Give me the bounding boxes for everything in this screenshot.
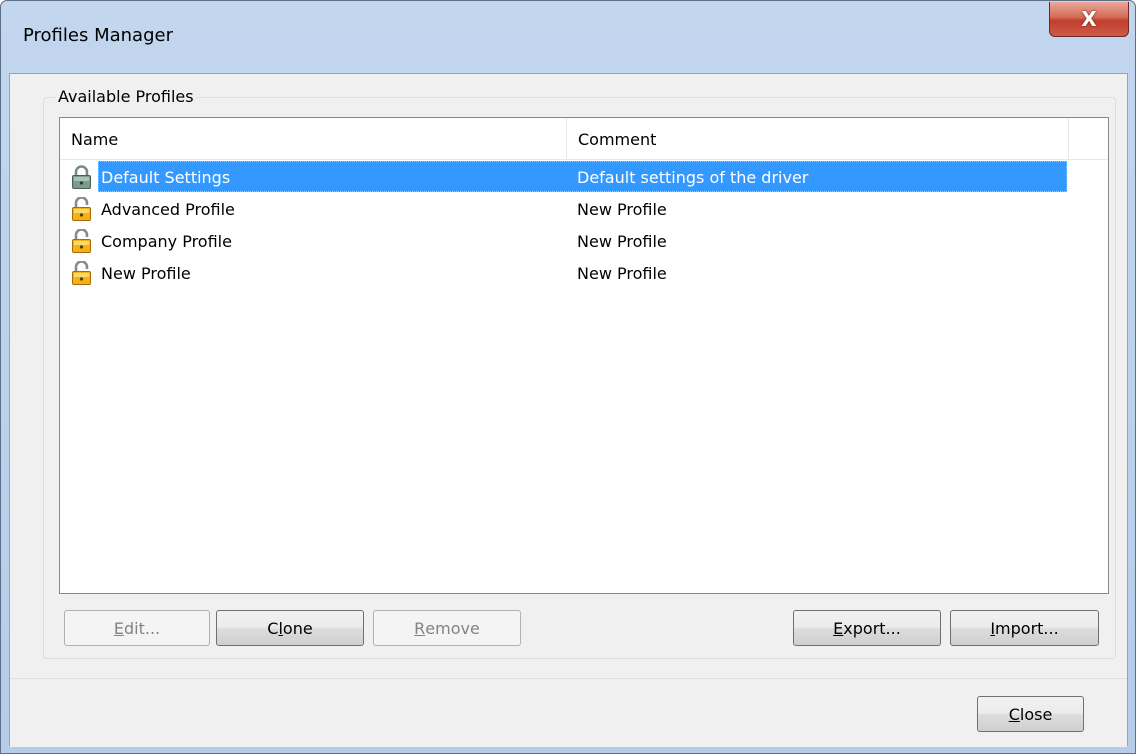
edit-label-accel: E	[113, 618, 124, 638]
clone-label-post: one	[282, 618, 313, 638]
clone-label-pre: C	[267, 618, 279, 638]
unlocked-padlock-icon	[71, 196, 92, 222]
window-title: Profiles Manager	[23, 25, 173, 46]
list-item[interactable]: New Profile New Profile	[60, 257, 1108, 289]
profile-name: Company Profile	[101, 231, 232, 251]
edit-button[interactable]: Edit...	[64, 610, 210, 646]
unlocked-padlock-icon	[71, 228, 92, 254]
profiles-list[interactable]: Name Comment Default Settings Default set…	[59, 117, 1109, 594]
list-item[interactable]: Company Profile New Profile	[60, 225, 1108, 257]
remove-label-post: emove	[425, 618, 480, 638]
title-bar[interactable]: Profiles Manager X	[1, 1, 1135, 75]
remove-button[interactable]: Remove	[373, 610, 521, 646]
list-header: Name Comment	[60, 118, 1108, 160]
remove-label-accel: R	[414, 618, 426, 638]
export-button[interactable]: Export...	[793, 610, 941, 646]
profile-name: Default Settings	[101, 167, 231, 187]
dialog-footer: Close	[10, 678, 1127, 747]
list-item[interactable]: Advanced Profile New Profile	[60, 193, 1108, 225]
column-header-comment[interactable]: Comment	[567, 118, 1069, 160]
dialog-client-area: Available Profiles Name Comment Default …	[9, 73, 1128, 747]
close-button[interactable]: Close	[977, 696, 1084, 732]
edit-label-post: dit...	[123, 618, 161, 638]
close-label-post: lose	[1019, 704, 1053, 724]
profiles-manager-window: Profiles Manager X Available Profiles Na…	[0, 0, 1136, 754]
profile-name: Advanced Profile	[101, 199, 235, 219]
close-label-accel: C	[1008, 704, 1020, 724]
group-label: Available Profiles	[55, 87, 197, 106]
profile-comment: New Profile	[577, 231, 667, 251]
locked-padlock-icon	[71, 165, 92, 190]
window-close-button[interactable]: X	[1049, 2, 1129, 37]
clone-button[interactable]: Cl one	[216, 610, 364, 646]
export-label-post: xport...	[843, 618, 901, 638]
export-label-accel: E	[833, 618, 844, 638]
import-label-post: mport...	[995, 618, 1059, 638]
import-button[interactable]: Import...	[950, 610, 1099, 646]
profile-name: New Profile	[101, 263, 191, 283]
list-item[interactable]: Default Settings Default settings of the …	[60, 161, 1108, 193]
close-icon: X	[1081, 7, 1097, 31]
list-rows: Default Settings Default settings of the …	[60, 161, 1108, 289]
profile-comment: Default settings of the driver	[577, 167, 809, 187]
profile-comment: New Profile	[577, 199, 667, 219]
profile-comment: New Profile	[577, 263, 667, 283]
unlocked-padlock-icon	[71, 260, 92, 286]
column-header-name[interactable]: Name	[60, 118, 567, 160]
